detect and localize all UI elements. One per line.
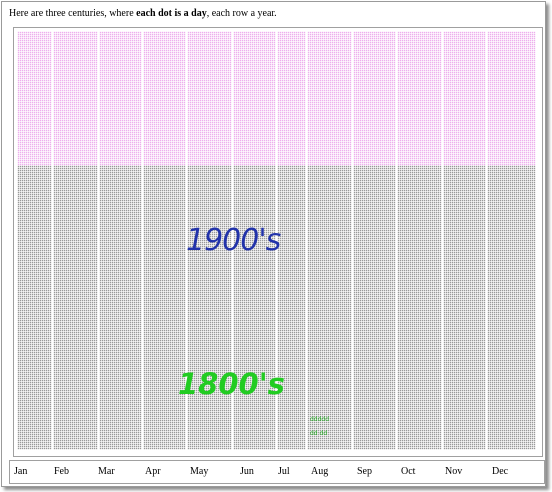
month-label-feb: Feb bbox=[54, 466, 69, 477]
small-note-2: dd dd bbox=[310, 430, 328, 437]
intro-prefix: Here are three centuries, where bbox=[9, 8, 137, 19]
small-note-1: ddddd bbox=[310, 416, 330, 423]
intro-suffix: , each row a year. bbox=[206, 8, 277, 19]
month-label-apr: Apr bbox=[145, 466, 161, 477]
window-frame: Here are three centuries, where each dot… bbox=[1, 1, 546, 487]
label-1800s: 1800's bbox=[178, 367, 285, 401]
month-label-mar: Mar bbox=[98, 466, 115, 477]
month-label-jun: Jun bbox=[240, 466, 254, 477]
day-dot-grid: 1900's 1800's ddddd dd dd bbox=[13, 27, 543, 457]
intro-text: Here are three centuries, where each dot… bbox=[9, 8, 277, 20]
month-label-jan: Jan bbox=[14, 466, 28, 477]
intro-emphasis: each dot is a day bbox=[136, 8, 207, 19]
label-1900s: 1900's bbox=[186, 223, 281, 258]
month-label-sep: Sep bbox=[357, 466, 372, 477]
month-label-dec: Dec bbox=[492, 466, 509, 477]
month-label-nov: Nov bbox=[445, 466, 463, 477]
month-label-jul: Jul bbox=[278, 466, 290, 477]
month-label-oct: Oct bbox=[401, 466, 416, 477]
month-axis: Jan Feb Mar Apr May Jun Jul Aug Sep Oct Nov Dec bbox=[9, 460, 545, 484]
month-label-aug: Aug bbox=[311, 466, 329, 477]
month-label-may: May bbox=[190, 466, 209, 477]
